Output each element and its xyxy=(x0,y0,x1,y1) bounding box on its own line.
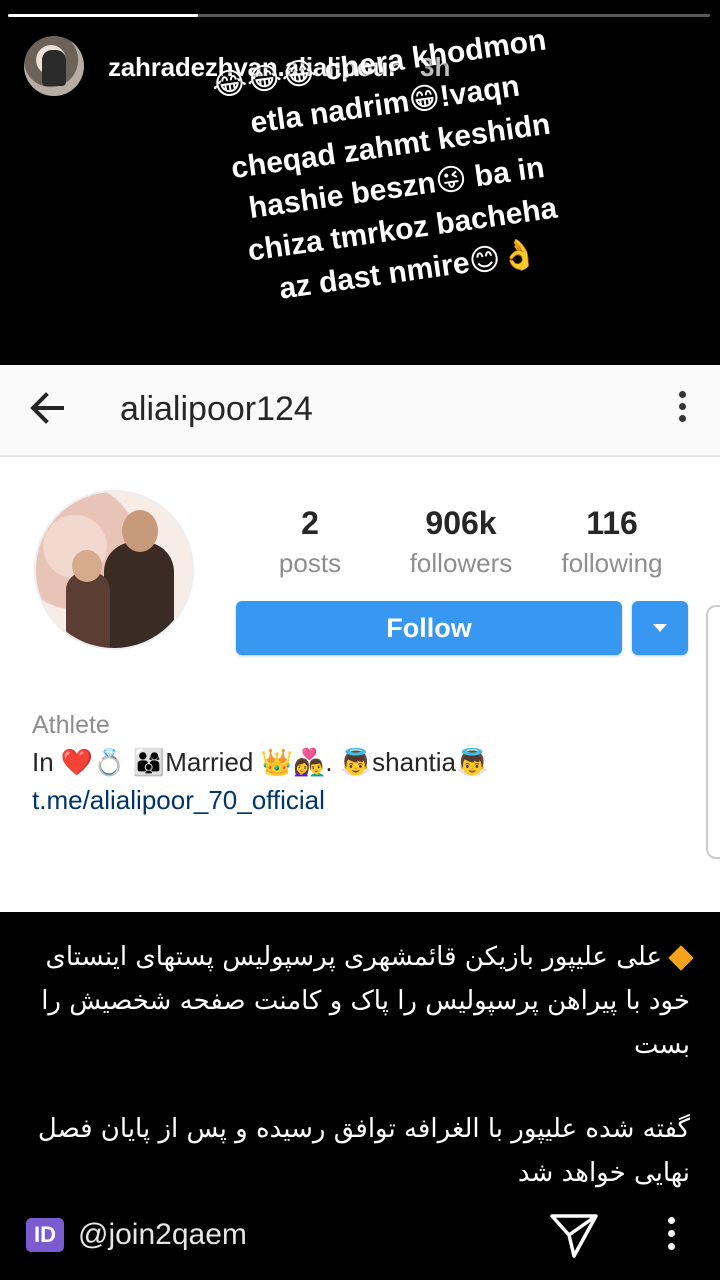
profile-avatar[interactable] xyxy=(34,490,194,650)
stat-posts-label: posts xyxy=(278,548,342,578)
suggested-dropdown-button[interactable] xyxy=(632,601,688,655)
story-avatar[interactable] xyxy=(24,36,84,96)
news-paragraph-2: گفته شده علیپور با الغرافه توافق رسیده و… xyxy=(37,1114,690,1188)
story-caption: 😂😂😂 chera khodmon etla nadrim😁!vaqn cheq… xyxy=(198,18,590,318)
next-card-edge xyxy=(706,605,720,859)
profile-screenshot: alialipoor124 2 posts 906k followers 116… xyxy=(0,365,720,912)
more-options-icon[interactable] xyxy=(668,387,696,433)
story-progress-bar xyxy=(8,14,710,17)
id-badge-icon: ID xyxy=(26,1218,64,1252)
stat-following[interactable]: 116 following xyxy=(537,505,687,579)
news-paragraph-1: علی علیپور بازیکن قائمشهری پرسپولیس پسته… xyxy=(41,942,690,1060)
stat-followers[interactable]: 906k followers xyxy=(386,505,536,579)
story-progress-fill xyxy=(8,14,198,17)
news-text: علی علیپور بازیکن قائمشهری پرسپولیس پسته… xyxy=(30,935,694,1235)
profile-link[interactable]: t.me/alialipoor_70_official xyxy=(32,785,325,816)
news-paragraph: علی علیپور بازیکن قائمشهری پرسپولیس پسته… xyxy=(30,935,694,1067)
profile-username: alialipoor124 xyxy=(120,390,313,428)
send-icon[interactable] xyxy=(548,1208,600,1260)
stat-following-label: following xyxy=(561,548,663,578)
chevron-down-icon xyxy=(653,624,667,632)
back-arrow-icon[interactable] xyxy=(22,383,72,433)
profile-category: Athlete xyxy=(32,711,110,739)
profile-bio: In ❤️💍 👨‍👩‍👦Married 👑👩‍❤️‍👨. 👼shantia👼 xyxy=(32,747,489,777)
stat-posts[interactable]: 2 posts xyxy=(235,505,385,579)
stat-posts-count: 2 xyxy=(301,505,319,541)
stat-followers-label: followers xyxy=(409,548,513,578)
channel-handle[interactable]: @join2qaem xyxy=(78,1218,247,1252)
stat-followers-count: 906k xyxy=(425,505,497,541)
follow-button[interactable]: Follow xyxy=(236,601,622,655)
diamond-icon xyxy=(668,944,694,971)
story-more-icon[interactable] xyxy=(660,1214,682,1258)
stat-following-count: 116 xyxy=(586,505,638,541)
profile-header-bar: alialipoor124 xyxy=(0,365,720,457)
